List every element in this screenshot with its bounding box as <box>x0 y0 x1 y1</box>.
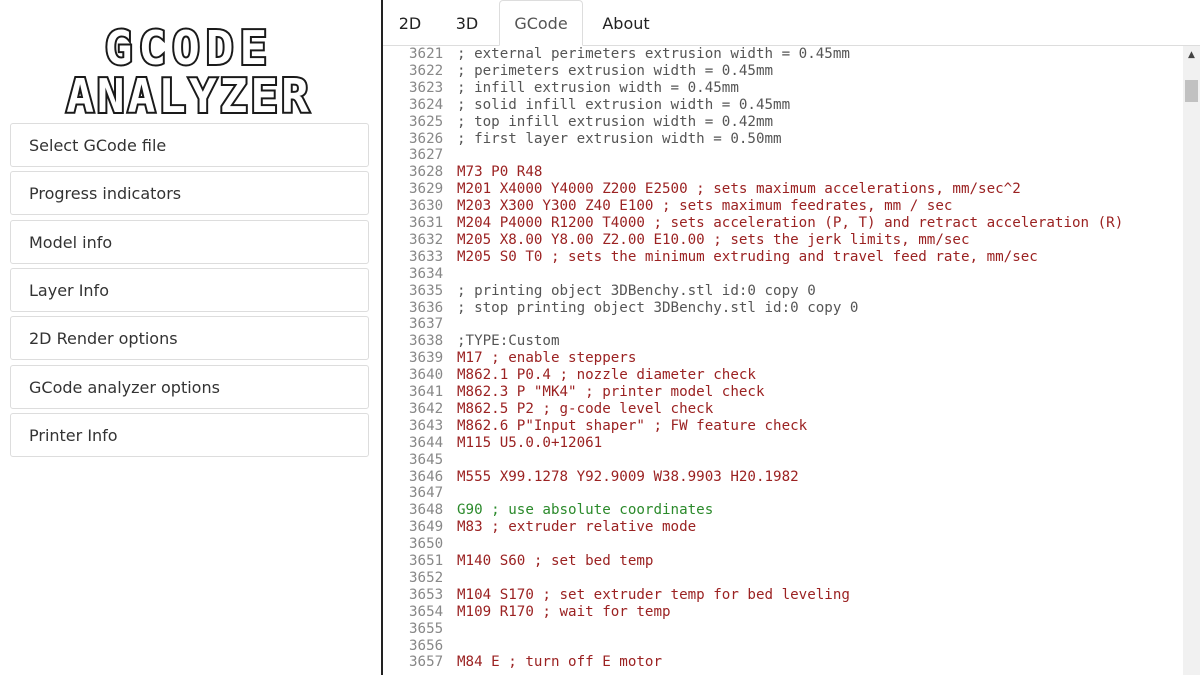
line-number: 3646 <box>409 468 444 485</box>
line-number: 3642 <box>409 400 444 417</box>
scroll-up-arrow-icon[interactable]: ▲ <box>1183 46 1200 63</box>
select-gcode-file-button[interactable]: Select GCode file <box>10 123 369 167</box>
gcode-analyzer-options-panel[interactable]: GCode analyzer options <box>10 365 369 409</box>
line-text: ; infill extrusion width = 0.45mm <box>457 79 739 96</box>
tab-2d[interactable]: 2D <box>391 0 429 46</box>
line-number: 3635 <box>409 282 444 299</box>
line-number: 3656 <box>409 637 444 654</box>
panel-label: 2D Render options <box>29 328 178 348</box>
line-text: M205 S0 T0 ; sets the minimum extruding … <box>457 248 1038 265</box>
gcode-viewer[interactable]: 3621 ; external perimeters extrusion widt… <box>383 46 1183 675</box>
line-number: 3629 <box>409 181 444 198</box>
panel-label: Select GCode file <box>29 135 167 155</box>
tab-3d[interactable]: 3D <box>447 0 487 46</box>
line-number: 3624 <box>409 96 444 113</box>
line-number: 3651 <box>409 553 444 569</box>
line-text: M201 X4000 Y4000 Z200 E2500 ; sets maxim… <box>457 181 1021 198</box>
panel-label: GCode analyzer options <box>29 377 220 397</box>
panel-label: Layer Info <box>29 280 109 300</box>
tab-about[interactable]: About <box>591 0 661 46</box>
line-text: M862.6 P"Input shaper" ; FW feature chec… <box>457 417 808 434</box>
line-text: M17 ; enable steppers <box>457 350 637 367</box>
panel-label: Printer Info <box>29 425 118 445</box>
line-number: 3647 <box>409 485 444 502</box>
line-text: ; perimeters extrusion width = 0.45mm <box>457 62 774 79</box>
progress-indicators-panel[interactable]: Progress indicators <box>10 171 369 215</box>
line-text: G90 ; use absolute coordinates <box>457 502 714 519</box>
tab-label: GCode <box>514 13 568 33</box>
line-number: 3628 <box>409 164 444 181</box>
line-text: ;TYPE:Custom <box>457 333 560 350</box>
line-text: M83 ; extruder relative mode <box>457 519 697 536</box>
line-number: 3621 <box>409 46 444 62</box>
line-text: M115 U5.0.0+12061 <box>457 434 603 451</box>
line-number: 3625 <box>409 113 444 130</box>
tab-label: About <box>602 13 650 33</box>
line-text: M104 S170 ; set extruder temp for bed le… <box>457 586 850 603</box>
vertical-scrollbar[interactable]: ▲ <box>1183 46 1200 675</box>
line-number: 3654 <box>409 603 444 620</box>
layer-info-panel[interactable]: Layer Info <box>10 268 369 312</box>
line-number: 3649 <box>409 519 444 536</box>
line-number: 3641 <box>409 384 444 400</box>
line-text: M140 S60 ; set bed temp <box>457 553 654 569</box>
line-number: 3639 <box>409 350 444 367</box>
line-number: 3622 <box>409 62 444 79</box>
line-number: 3648 <box>409 502 444 519</box>
line-text: ; solid infill extrusion width = 0.45mm <box>457 96 791 113</box>
sidebar: GCODE ANALYZER Select GCode file Progres… <box>0 0 381 675</box>
tab-gcode[interactable]: GCode <box>499 0 583 46</box>
line-number: 3640 <box>409 367 444 384</box>
logo-line2: ANALYZER <box>66 69 312 118</box>
line-text: ; top infill extrusion width = 0.42mm <box>457 113 774 130</box>
line-number: 3636 <box>409 299 444 316</box>
line-text: M203 X300 Y300 Z40 E100 ; sets maximum f… <box>457 198 953 215</box>
line-text: M862.5 P2 ; g-code level check <box>457 400 714 417</box>
line-number: 3627 <box>409 147 444 164</box>
2d-render-options-panel[interactable]: 2D Render options <box>10 316 369 360</box>
line-number: 3623 <box>409 79 444 96</box>
printer-info-panel[interactable]: Printer Info <box>10 413 369 457</box>
logo-line1: GCODE <box>105 22 273 75</box>
line-text: M862.1 P0.4 ; nozzle diameter check <box>457 367 756 384</box>
scrollbar-thumb[interactable] <box>1185 80 1198 102</box>
line-text: M204 P4000 R1200 T4000 ; sets accelerati… <box>457 215 1124 231</box>
line-number: 3644 <box>409 434 444 451</box>
line-number: 3631 <box>409 215 444 231</box>
line-number: 3657 <box>409 654 444 671</box>
model-info-panel[interactable]: Model info <box>10 220 369 264</box>
line-text: M84 E ; turn off E motor <box>457 654 662 671</box>
line-number: 3645 <box>409 451 444 468</box>
panel-label: Progress indicators <box>29 183 182 203</box>
tab-bar: 2D 3D GCode About <box>383 0 1200 46</box>
line-number: 3633 <box>409 248 444 265</box>
line-number: 3637 <box>409 316 444 333</box>
line-text: M109 R170 ; wait for temp <box>457 603 671 620</box>
line-number: 3630 <box>409 198 444 215</box>
line-number: 3634 <box>409 265 444 282</box>
line-number: 3653 <box>409 586 444 603</box>
line-text: M205 X8.00 Y8.00 Z2.00 E10.00 ; sets the… <box>457 231 970 248</box>
line-number: 3632 <box>409 231 444 248</box>
line-text: M555 X99.1278 Y92.9009 W38.9903 H20.1982 <box>457 468 799 485</box>
tab-label: 2D <box>398 13 422 33</box>
line-number: 3643 <box>409 417 444 434</box>
line-text: ; external perimeters extrusion width = … <box>457 46 850 62</box>
line-number: 3626 <box>409 130 444 147</box>
line-text: ; printing object 3DBenchy.stl id:0 copy… <box>457 282 816 299</box>
line-number: 3650 <box>409 536 444 553</box>
tab-label: 3D <box>455 13 479 33</box>
line-text: M862.3 P "MK4" ; printer model check <box>457 384 765 400</box>
gcode-analyzer-logo: GCODE ANALYZER <box>64 22 312 118</box>
line-number: 3655 <box>409 620 444 637</box>
line-number: 3638 <box>409 333 444 350</box>
panel-label: Model info <box>29 232 113 252</box>
line-text: ; first layer extrusion width = 0.50mm <box>457 130 782 147</box>
line-text: ; stop printing object 3DBenchy.stl id:0… <box>457 299 859 316</box>
line-text: M73 P0 R48 <box>457 164 543 181</box>
line-number: 3652 <box>409 569 444 586</box>
